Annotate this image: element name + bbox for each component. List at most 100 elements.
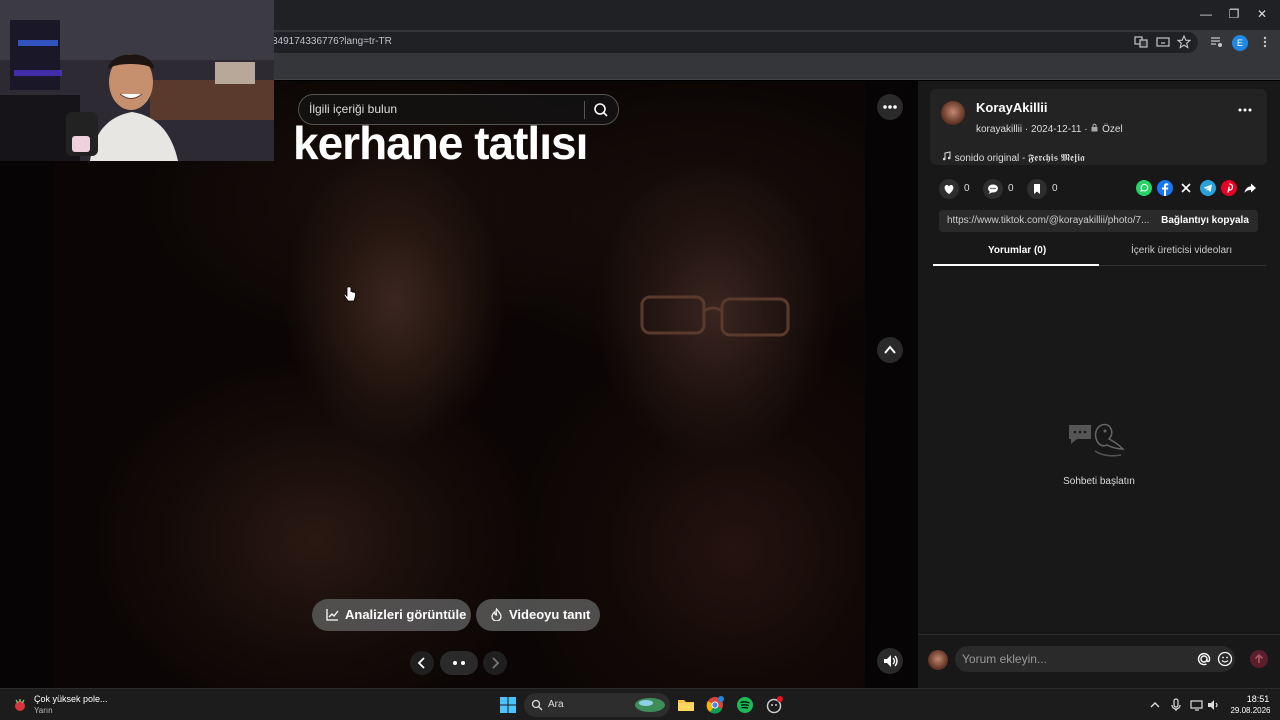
- profile-avatar[interactable]: E: [1232, 35, 1248, 51]
- chrome-icon[interactable]: [705, 695, 725, 715]
- tab-comments[interactable]: Yorumlar (0): [988, 245, 1046, 256]
- microphone-icon[interactable]: [1169, 698, 1183, 712]
- save-count: 0: [1052, 183, 1058, 194]
- weather-title[interactable]: Çok yüksek pole...: [34, 694, 108, 704]
- weather-subtitle: Yarın: [34, 706, 53, 715]
- promote-video-button[interactable]: Videoyu tanıt: [476, 599, 600, 631]
- ellipsis-icon: [883, 105, 897, 109]
- browser-menu-icon[interactable]: [1257, 35, 1273, 51]
- minimize-button[interactable]: —: [1195, 5, 1217, 23]
- arrow-up-icon: [1254, 653, 1264, 663]
- meta-separator: ·: [1024, 124, 1029, 135]
- bookmark-icon: [1027, 179, 1047, 199]
- tray-overflow-icon[interactable]: [1148, 698, 1162, 712]
- view-analytics-label: Analizleri görüntüle: [345, 607, 467, 622]
- speaker-icon: [884, 655, 898, 667]
- windows-start-icon[interactable]: [498, 695, 518, 715]
- search-icon[interactable]: [591, 100, 611, 120]
- search-highlight-icon: [635, 698, 665, 712]
- post-photo: [55, 81, 865, 688]
- address-bar[interactable]: 349174336776?lang=tr-TR: [268, 32, 1198, 53]
- lock-icon: [1091, 123, 1098, 132]
- x-icon[interactable]: [1178, 180, 1194, 196]
- emoji-icon[interactable]: [1217, 651, 1233, 667]
- like-stat[interactable]: 0: [939, 179, 975, 199]
- meta-separator: ·: [1084, 124, 1088, 135]
- empty-comments-label: Sohbeti başlatın: [1063, 476, 1135, 487]
- hand-cursor-icon: [343, 286, 356, 302]
- post-date: 2024-12-11: [1031, 124, 1082, 135]
- photo-viewer: kerhane tatlısı Analizleri görüntüle Vid…: [0, 81, 918, 688]
- comment-stat[interactable]: 0: [983, 179, 1019, 199]
- comment-bubble-icon: [983, 179, 1003, 199]
- author-handle[interactable]: korayakillii: [976, 124, 1022, 135]
- taskbar-search-label: Ara: [548, 699, 564, 710]
- next-image-button[interactable]: [483, 651, 507, 675]
- telegram-icon[interactable]: [1200, 180, 1216, 196]
- page-dot: [461, 661, 465, 665]
- volume-tray-icon[interactable]: [1206, 698, 1220, 712]
- author-meta: korayakillii · 2024-12-11 · Özel: [976, 123, 1123, 135]
- related-search-input[interactable]: [309, 102, 569, 116]
- share-link-text[interactable]: https://www.tiktok.com/@korayakillii/pho…: [947, 215, 1152, 226]
- more-options-button[interactable]: [877, 94, 903, 120]
- mention-icon[interactable]: [1196, 651, 1212, 667]
- tab-creator-videos[interactable]: İçerik üreticisi videoları: [1131, 245, 1232, 256]
- close-window-button[interactable]: ✕: [1251, 5, 1273, 23]
- music-line[interactable]: sonido original - 𝕱𝖊𝖗𝖈𝖍𝖎𝖘 𝕸𝖊𝖏𝖎𝖆: [942, 151, 1085, 164]
- address-url: 349174336776?lang=tr-TR: [272, 36, 392, 47]
- image-pagination[interactable]: [440, 651, 478, 675]
- comment-composer: [918, 634, 1280, 688]
- copy-link-button[interactable]: Bağlantıyı kopyala: [1152, 210, 1258, 232]
- clock-time[interactable]: 18:51: [1243, 694, 1273, 704]
- flame-icon: [491, 608, 502, 621]
- volume-button[interactable]: [877, 648, 903, 674]
- music-title: sonido original - 𝕱𝖊𝖗𝖈𝖍𝖎𝖘 𝕸𝖊𝖏𝖎𝖆: [954, 153, 1085, 164]
- forward-icon[interactable]: [1242, 180, 1258, 196]
- chart-icon: [326, 609, 339, 621]
- windows-taskbar: Çok yüksek pole... Yarın Ara 18:51 29.08…: [0, 688, 1280, 720]
- search-divider: [584, 101, 585, 119]
- spotify-icon[interactable]: [735, 695, 755, 715]
- comment-input[interactable]: [955, 646, 1235, 672]
- heart-icon: [939, 179, 959, 199]
- privacy-label: Özel: [1102, 124, 1123, 135]
- taskbar-search[interactable]: Ara: [524, 693, 670, 717]
- pollen-weather-icon[interactable]: [12, 697, 28, 713]
- whatsapp-icon[interactable]: [1136, 180, 1152, 196]
- media-controls-icon[interactable]: [1209, 35, 1225, 51]
- post-details-panel: KorayAkillii korayakillii · 2024-12-11 ·…: [918, 81, 1280, 688]
- search-icon: [531, 699, 543, 711]
- view-analytics-button[interactable]: Analizleri görüntüle: [312, 599, 471, 631]
- prev-image-button[interactable]: [410, 651, 434, 675]
- music-note-icon: [942, 151, 951, 161]
- streamer-camera-image: [0, 0, 274, 161]
- chevron-left-icon: [417, 657, 425, 669]
- author-name[interactable]: KorayAkillii: [976, 100, 1048, 115]
- app-notification-icon[interactable]: [764, 695, 784, 715]
- facebook-icon[interactable]: [1157, 180, 1173, 196]
- previous-post-button[interactable]: [877, 337, 903, 363]
- related-search-box: [298, 94, 619, 125]
- webcam-overlay: [0, 0, 274, 161]
- author-more-icon[interactable]: [1237, 107, 1253, 113]
- restore-button[interactable]: ❐: [1223, 5, 1245, 23]
- file-explorer-icon[interactable]: [676, 695, 696, 715]
- page-dot: [453, 661, 457, 665]
- author-card: KorayAkillii korayakillii · 2024-12-11 ·…: [930, 89, 1267, 165]
- author-avatar[interactable]: [941, 101, 965, 125]
- network-icon[interactable]: [1190, 698, 1204, 712]
- save-stat[interactable]: 0: [1027, 179, 1063, 199]
- clock-date[interactable]: 29.08.2026: [1228, 706, 1273, 715]
- empty-comments-illustration-icon: [1069, 423, 1125, 457]
- pinterest-icon[interactable]: [1221, 180, 1237, 196]
- comment-count: 0: [1008, 183, 1014, 194]
- glasses-shape: [640, 295, 790, 337]
- translate-icon[interactable]: [1133, 35, 1149, 51]
- send-comment-button[interactable]: [1250, 650, 1268, 668]
- like-count: 0: [964, 183, 970, 194]
- share-link-row: https://www.tiktok.com/@korayakillii/pho…: [939, 210, 1258, 232]
- cast-icon[interactable]: [1155, 35, 1171, 51]
- promote-video-label: Videoyu tanıt: [509, 607, 591, 622]
- bookmark-star-icon[interactable]: [1176, 34, 1192, 51]
